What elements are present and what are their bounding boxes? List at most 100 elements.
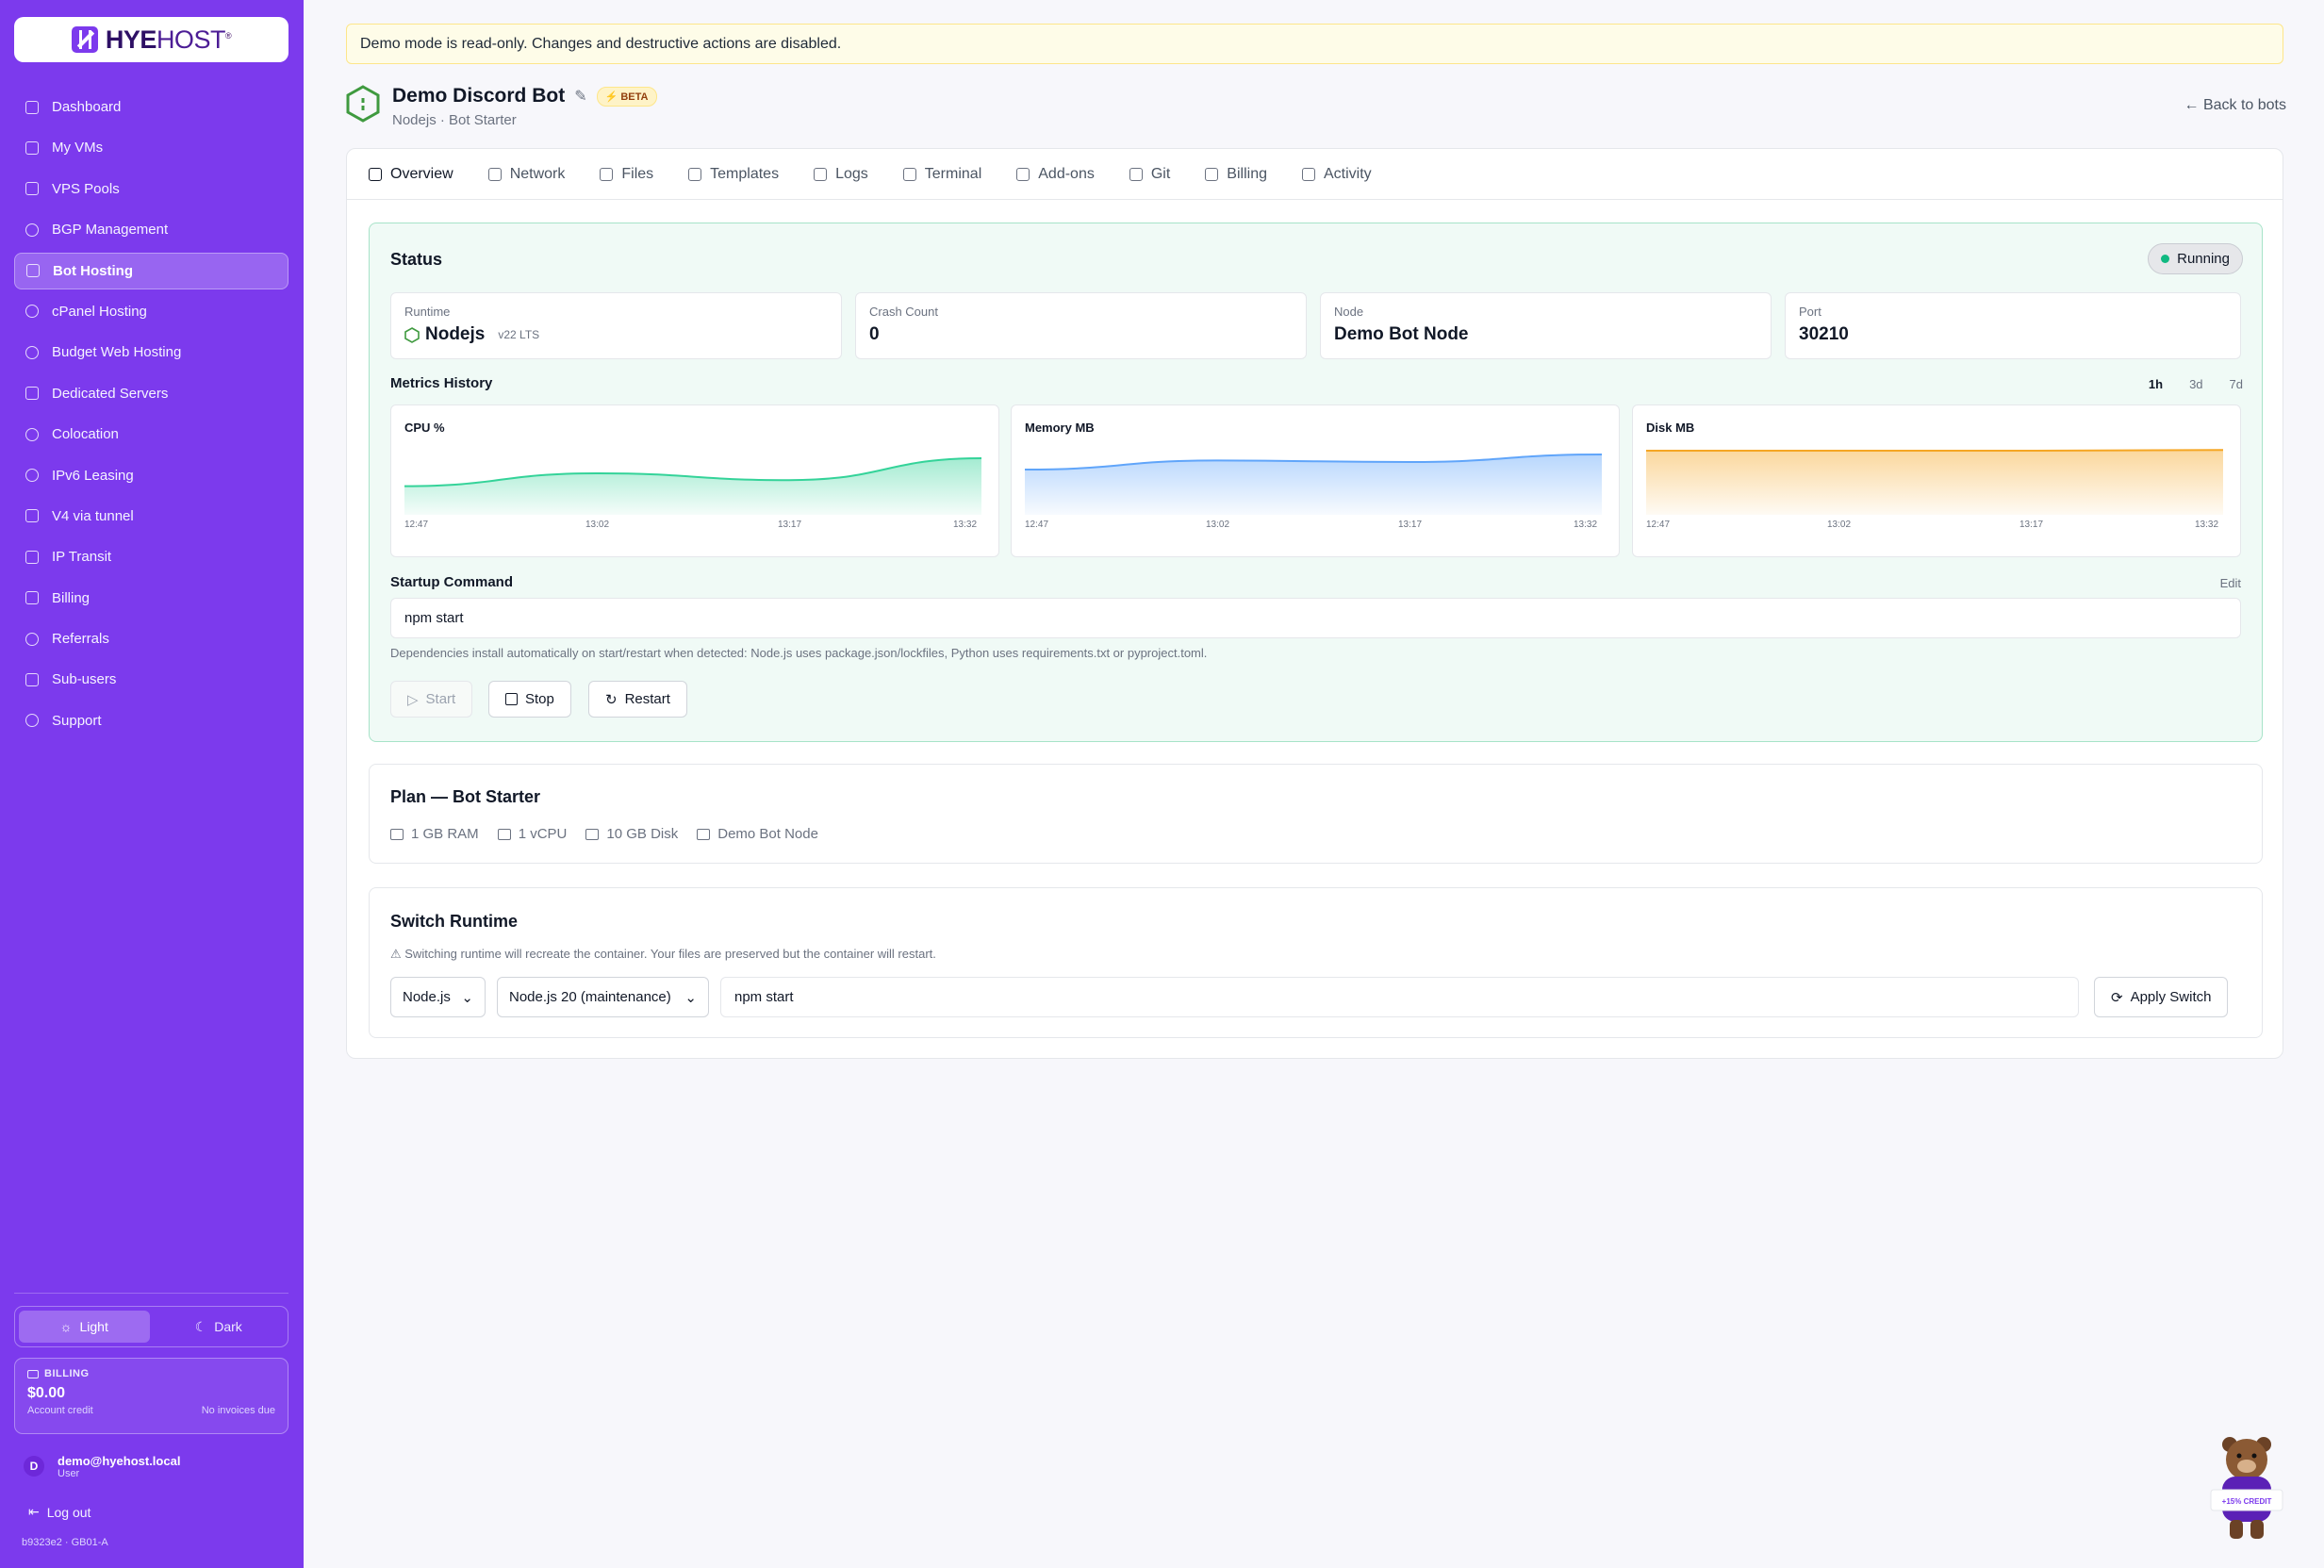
x-tick: 13:32: [953, 520, 978, 530]
range-7d[interactable]: 7d: [2230, 377, 2243, 391]
sidebar-item-budget-web-hosting[interactable]: Budget Web Hosting: [14, 334, 288, 371]
sidebar-item-v4-via-tunnel[interactable]: V4 via tunnel: [14, 498, 288, 535]
beta-badge: ⚡ BETA: [596, 86, 657, 107]
brand-logo[interactable]: HYEHOST®: [14, 17, 288, 62]
theme-dark-button[interactable]: ☾ Dark: [154, 1311, 285, 1343]
stat-key: Port: [1799, 305, 1821, 319]
user-profile[interactable]: D demo@hyehost.local User: [14, 1447, 288, 1485]
sidebar-item-label: Dashboard: [52, 99, 122, 115]
disk-chart: Disk MB 12:47 13:02 13:17 13:32: [1632, 404, 2241, 557]
tab-activity[interactable]: Activity: [1301, 165, 1372, 183]
startup-command-field[interactable]: npm start: [390, 598, 2241, 638]
nodejs-small-icon: [404, 326, 420, 343]
disk-chart-plot: [1646, 449, 2223, 515]
templates-icon: [688, 167, 702, 181]
tab-files[interactable]: Files: [600, 166, 653, 183]
sidebar-divider: [14, 1293, 288, 1294]
activity-icon: [1301, 167, 1315, 181]
headset-icon: [25, 714, 39, 728]
memory-icon: [390, 828, 404, 840]
sidebar-item-label: IP Transit: [52, 549, 112, 566]
apply-switch-button[interactable]: ⟳ Apply Switch: [2094, 977, 2229, 1017]
sidebar-item-vps-pools[interactable]: VPS Pools: [14, 171, 288, 207]
plan-title: Plan — Bot Starter: [390, 787, 541, 806]
x-tick: 12:47: [404, 520, 429, 530]
theme-light-label: Light: [79, 1319, 108, 1334]
switch-command-input[interactable]: npm start: [720, 977, 2079, 1017]
sidebar-item-label: IPv6 Leasing: [52, 467, 134, 484]
stat-key: Node: [1334, 305, 1364, 319]
main-content: Demo mode is read-only. Changes and dest…: [304, 0, 2324, 1568]
tab-logs[interactable]: Logs: [814, 166, 868, 183]
bot-icon: [26, 264, 40, 278]
wallet-icon: [25, 591, 39, 605]
page-title: Demo Discord Bot: [392, 85, 566, 107]
stat-value: 30210: [1799, 324, 1849, 344]
back-to-bots-link[interactable]: ← Back to bots: [2184, 97, 2287, 114]
sidebar-item-referrals[interactable]: Referrals: [14, 620, 288, 657]
cpu-icon: [497, 828, 511, 840]
user-email: demo@hyehost.local: [58, 1453, 181, 1468]
network-icon: [25, 509, 39, 523]
tab-label: Billing: [1227, 165, 1267, 182]
sidebar-item-billing[interactable]: Billing: [14, 580, 288, 617]
globe-icon: [25, 345, 39, 359]
stat-key: Crash Count: [869, 305, 938, 319]
sidebar-item-bgp-management[interactable]: BGP Management: [14, 211, 288, 248]
sidebar-item-dedicated-servers[interactable]: Dedicated Servers: [14, 375, 288, 412]
sidebar-item-support[interactable]: Support: [14, 702, 288, 739]
sidebar-item-label: V4 via tunnel: [52, 507, 134, 524]
network-icon: [25, 550, 39, 564]
tab-billing[interactable]: Billing: [1205, 166, 1267, 183]
rename-pencil-icon[interactable]: ✎: [574, 87, 586, 106]
logout-button[interactable]: ⇤ Log out: [28, 1504, 91, 1520]
sidebar-item-label: Dedicated Servers: [52, 385, 169, 402]
tab-git[interactable]: Git: [1129, 166, 1170, 183]
series-area: [1646, 450, 2223, 515]
sidebar-item-ip-transit[interactable]: IP Transit: [14, 538, 288, 575]
mascot-bear-icon[interactable]: +15% CREDIT: [2203, 1431, 2290, 1543]
logout-label: Log out: [46, 1504, 91, 1520]
version-value: Node.js 20 (maintenance): [509, 989, 671, 1005]
sidebar-item-my-vms[interactable]: My VMs: [14, 129, 288, 166]
tab-label: Network: [509, 165, 566, 182]
sidebar-nav: Dashboard My VMs VPS Pools BGP Management Bo…: [14, 89, 288, 743]
series-line: [1646, 449, 2223, 452]
x-tick: 13:32: [1574, 520, 1598, 530]
server-icon: [25, 140, 39, 155]
chart-title: Memory MB: [1025, 421, 1095, 435]
restart-button[interactable]: ↻ Restart: [588, 681, 687, 718]
theme-light-button[interactable]: ☼ Light: [19, 1311, 150, 1343]
tab-label: Activity: [1323, 165, 1372, 182]
memory-chart-plot: [1025, 454, 1602, 515]
sidebar-item-ipv6-leasing[interactable]: IPv6 Leasing: [14, 457, 288, 494]
plan-specs: 1 GB RAM 1 vCPU 10 GB Disk Demo Bot Node: [390, 826, 818, 842]
dependency-hint: Dependencies install automatically on st…: [390, 646, 1208, 660]
invoices-status: No invoices due: [201, 1405, 275, 1416]
switch-runtime-card: Switch Runtime ⚠ Switching runtime will …: [369, 887, 2263, 1038]
sidebar-item-cpanel-hosting[interactable]: cPanel Hosting: [14, 293, 288, 330]
start-button[interactable]: ▷ Start: [390, 681, 473, 718]
sidebar-item-bot-hosting[interactable]: Bot Hosting: [14, 252, 288, 289]
billing-summary[interactable]: BILLING $0.00 Account credit No invoices …: [14, 1358, 288, 1434]
stop-button[interactable]: Stop: [488, 681, 571, 718]
tab-terminal[interactable]: Terminal: [902, 166, 981, 183]
tab-overview[interactable]: Overview: [369, 166, 453, 183]
tab-add-ons[interactable]: Add-ons: [1016, 166, 1095, 183]
runtime-version-select[interactable]: Node.js 20 (maintenance) ⌄: [497, 977, 709, 1017]
sidebar-item-colocation[interactable]: Colocation: [14, 416, 288, 453]
range-1h[interactable]: 1h: [2149, 377, 2163, 391]
layers-icon: [25, 182, 39, 196]
range-3d[interactable]: 3d: [2189, 377, 2202, 391]
stat-value: 0: [869, 324, 880, 344]
startup-edit-link[interactable]: Edit: [2220, 576, 2241, 590]
stat-node: Node Demo Bot Node: [1320, 292, 1772, 359]
globe-icon: [25, 305, 39, 319]
runtime-select[interactable]: Node.js ⌄: [390, 977, 486, 1017]
sidebar-item-sub-users[interactable]: Sub-users: [14, 661, 288, 698]
status-card: Status Running Runtime Nodejs v22 LTS Cra…: [369, 223, 2263, 742]
tab-network[interactable]: Network: [487, 165, 566, 183]
tab-templates[interactable]: Templates: [688, 166, 779, 183]
tab-label: Add-ons: [1038, 165, 1095, 182]
sidebar-item-dashboard[interactable]: Dashboard: [14, 89, 288, 125]
